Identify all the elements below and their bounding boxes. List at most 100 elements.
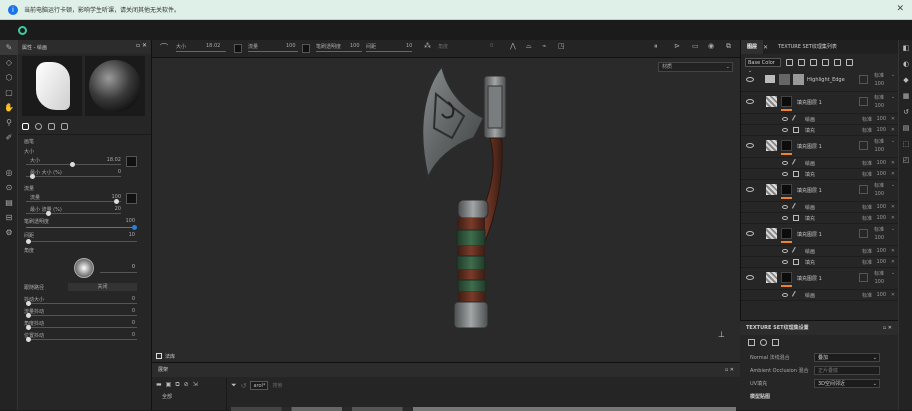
layer-opacity[interactable]: 100 — [874, 191, 884, 197]
remove-effect-icon[interactable]: ✕ — [891, 215, 895, 221]
clone-icon[interactable]: ⚲ — [0, 115, 18, 130]
effect-name[interactable]: 填充 — [805, 127, 815, 134]
visibility-eye-icon[interactable] — [782, 293, 788, 297]
remove-effect-icon[interactable]: ✕ — [891, 248, 895, 254]
size-pressure-button[interactable] — [126, 156, 137, 167]
trash-icon[interactable] — [846, 58, 853, 66]
effect-blend-mode[interactable]: 标准 — [862, 259, 872, 266]
shelf-thumbnails[interactable] — [231, 407, 736, 411]
effect-row[interactable]: 填充 标准 100 ✕ — [741, 257, 898, 268]
effect-opacity[interactable]: 100 — [876, 248, 886, 254]
folder-icon[interactable]: ▬ — [156, 381, 162, 389]
opacity-value[interactable]: 100 — [125, 218, 135, 224]
shelf-search-input[interactable]: 搜索 — [272, 382, 282, 389]
layer-name[interactable]: 填充图层 1 — [797, 275, 822, 282]
visibility-eye-icon[interactable] — [746, 275, 754, 280]
close-icon[interactable]: ✕ — [896, 4, 904, 14]
history-icon[interactable]: ↺ — [241, 382, 247, 390]
toolbar-size-pressure-button[interactable] — [234, 44, 242, 53]
toolbar-flow-slider[interactable] — [248, 51, 298, 52]
layer-opacity[interactable]: 100 — [874, 235, 884, 241]
layer-checkbox[interactable] — [859, 185, 868, 194]
remove-effect-icon[interactable]: ✕ — [891, 171, 895, 177]
toolbar-angle-value[interactable]: 0 — [490, 43, 493, 49]
mirror-icon[interactable]: ⌓ — [526, 42, 532, 51]
jitter-position-value[interactable]: 0 — [132, 332, 135, 338]
effect-name[interactable]: 绘画 — [805, 160, 815, 167]
effect-name[interactable]: 填充 — [805, 259, 815, 266]
viewer-icon[interactable]: ◰ — [899, 152, 912, 168]
stencil-tab-icon[interactable] — [48, 123, 55, 130]
effect-row[interactable]: 绘画 标准 100 ✕ — [741, 290, 898, 301]
uv-padding-dropdown[interactable]: 3D空间邻近 ⌄ — [814, 379, 880, 388]
effect-blend-mode[interactable]: 标准 — [862, 171, 872, 178]
toolbar-size-value[interactable]: 18.02 — [206, 43, 220, 49]
effect-blend-mode[interactable]: 标准 — [862, 215, 872, 222]
shelf-tree-item-all[interactable]: 全部 — [156, 393, 222, 400]
effect-name[interactable]: 绘画 — [805, 292, 815, 299]
paint-brush-icon[interactable]: ✎ — [0, 40, 18, 55]
jitter-flow-slider[interactable]: 流量抖动 0 — [18, 306, 151, 318]
effect-opacity[interactable]: 100 — [876, 160, 886, 166]
effect-row[interactable]: 填充 标准 100 ✕ — [741, 169, 898, 180]
effect-row[interactable]: 填充 标准 100 ✕ — [741, 125, 898, 136]
visibility-eye-icon[interactable] — [782, 172, 788, 176]
tab-layers[interactable]: 图层 — [741, 40, 764, 54]
visibility-eye-icon[interactable] — [782, 216, 788, 220]
min-size-slider[interactable]: 最小 大小 (%) 0 — [18, 167, 151, 179]
visibility-eye-icon[interactable] — [782, 249, 788, 253]
fx-icon[interactable]: ▤ — [0, 195, 18, 210]
visibility-eye-icon[interactable] — [782, 161, 788, 165]
visibility-eye-icon[interactable] — [782, 128, 788, 132]
link-icon[interactable]: ⧉ — [175, 381, 179, 389]
layer-checkbox[interactable] — [859, 97, 868, 106]
polyfill-icon[interactable]: ◎ — [0, 165, 18, 180]
effect-opacity[interactable]: 100 — [876, 292, 886, 298]
alpha-tab-icon[interactable] — [35, 123, 42, 130]
effect-blend-mode[interactable]: 标准 — [862, 160, 872, 167]
photoshop-icon[interactable]: ◳ — [558, 42, 565, 50]
channel-select[interactable]: Base Color ⌄ — [745, 57, 781, 74]
angle-value[interactable]: 0 — [132, 264, 135, 270]
layer-opacity[interactable]: 100 — [874, 147, 884, 153]
visibility-eye-icon[interactable] — [782, 260, 788, 264]
tab-texture-set-list[interactable]: TEXTURE SET纹理集列表 — [772, 40, 843, 54]
jitter-size-slider[interactable]: 抖动大小 0 — [18, 294, 151, 306]
effect-opacity[interactable]: 100 — [876, 127, 886, 133]
layer-row[interactable]: 填充图层 1 标准 100 ⌄ — [741, 136, 898, 158]
camera-icon[interactable]: ⊳ — [674, 42, 680, 50]
symmetry-icon[interactable]: ⁂ — [424, 42, 431, 50]
checkbox-icon[interactable] — [156, 353, 162, 359]
layer-checkbox[interactable] — [859, 273, 868, 282]
effect-blend-mode[interactable]: 标准 — [862, 116, 872, 123]
jitter-position-slider[interactable]: 位置抖动 0 — [18, 330, 151, 342]
toolbar-opacity-value[interactable]: 100 — [350, 43, 360, 49]
layer-opacity[interactable]: 100 — [874, 279, 884, 285]
layer-row[interactable]: Highlight_Edge 标准 100 ⌄ — [741, 70, 898, 92]
effect-opacity[interactable]: 100 — [876, 204, 886, 210]
effect-opacity[interactable]: 100 — [876, 116, 886, 122]
layer-blend-mode[interactable]: 标准 — [874, 226, 884, 233]
shelf-close-icon[interactable]: ▫ ✕ — [725, 363, 734, 377]
layer-row[interactable]: 填充图层 1 标准 100 ⌄ — [741, 224, 898, 246]
toolbar-size-slider[interactable] — [176, 51, 226, 52]
layer-name[interactable]: 填充图层 1 — [797, 99, 822, 106]
spacing-slider[interactable]: 间距 10 — [18, 230, 151, 244]
flow-slider[interactable]: 流量 100 — [18, 192, 151, 204]
ao-blend-dropdown[interactable]: 正片叠底 — [814, 366, 880, 375]
history-dock-icon[interactable]: ↺ — [899, 104, 912, 120]
layer-name[interactable]: 填充图层 1 — [797, 231, 822, 238]
shelf-filter-tag[interactable]: arol* — [250, 381, 269, 390]
effect-opacity[interactable]: 100 — [876, 171, 886, 177]
visibility-eye-icon[interactable] — [746, 99, 754, 104]
settings-icon[interactable]: ⚙ — [0, 225, 18, 240]
effect-name[interactable]: 绘画 — [805, 204, 815, 211]
log-icon[interactable]: ▤ — [899, 120, 912, 136]
jitter-flow-value[interactable]: 0 — [132, 308, 135, 314]
geometry-mask-icon[interactable]: ▢ — [0, 85, 18, 100]
texture-settings-icon[interactable]: ▦ — [899, 88, 912, 104]
toolbar-spacing-value[interactable]: 10 — [406, 43, 412, 49]
panel-close-icon[interactable]: ▫ ✕ — [136, 42, 147, 49]
angle-control[interactable]: 0 — [18, 254, 151, 282]
chevron-down-icon[interactable]: ⌄ — [891, 72, 895, 78]
